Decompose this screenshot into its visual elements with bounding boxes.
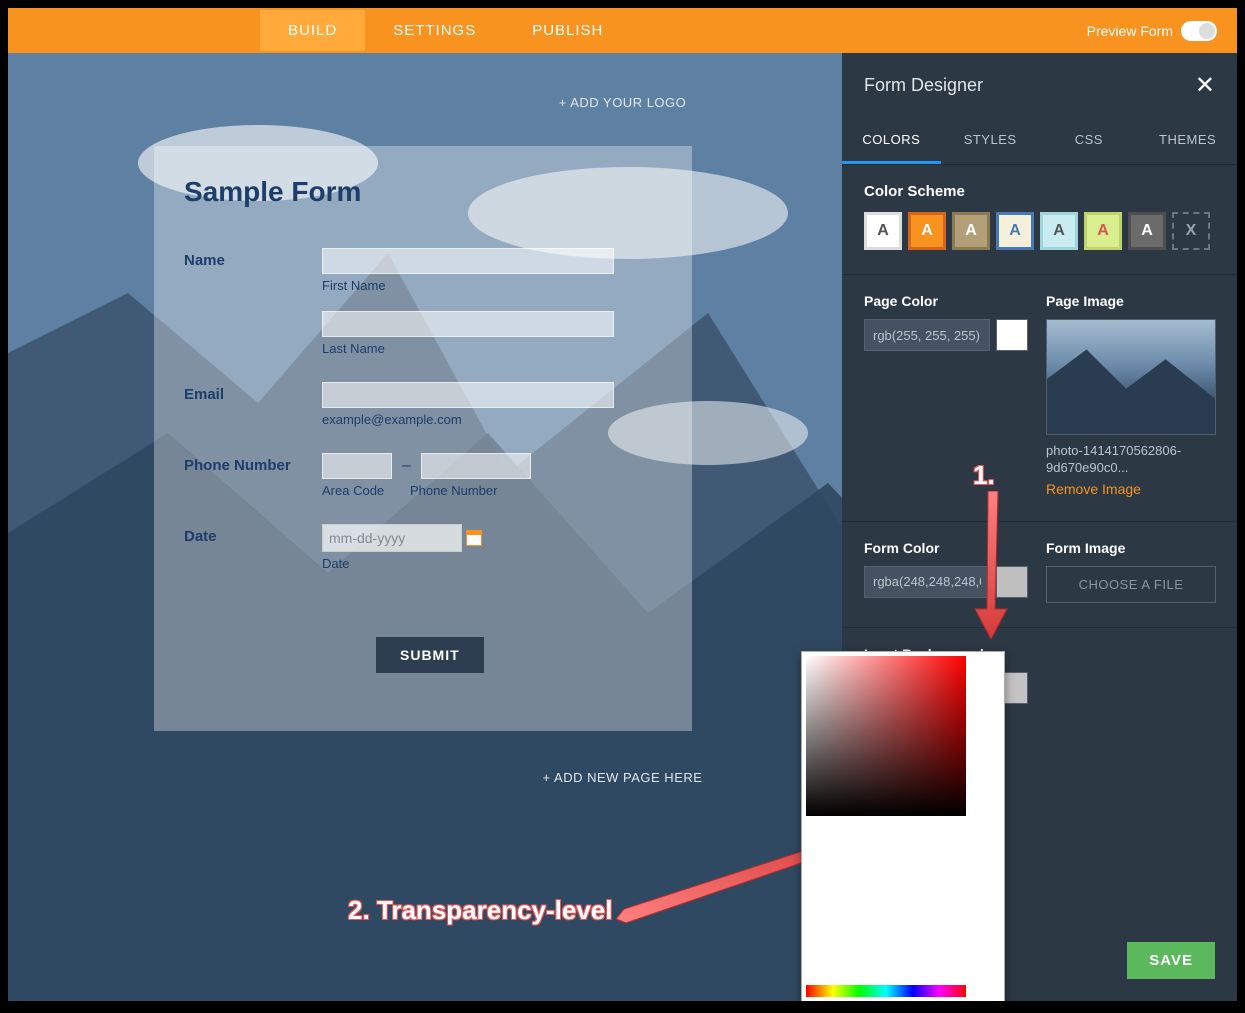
last-name-sublabel: Last Name bbox=[322, 341, 662, 356]
remove-image-link[interactable]: Remove Image bbox=[1046, 481, 1216, 497]
top-tabs: BUILD SETTINGS PUBLISH bbox=[260, 10, 631, 51]
last-name-input[interactable] bbox=[322, 311, 614, 337]
name-label: Name bbox=[184, 248, 322, 374]
form-color-label: Form Color bbox=[864, 540, 1028, 556]
color-scheme-swatch-7[interactable]: X bbox=[1172, 212, 1210, 250]
submit-button[interactable]: SUBMIT bbox=[376, 637, 484, 673]
designer-tab-colors[interactable]: COLORS bbox=[842, 118, 941, 164]
preview-label: Preview Form bbox=[1087, 23, 1173, 39]
choose-file-button[interactable]: CHOOSE A FILE bbox=[1046, 566, 1216, 603]
page-color-swatch[interactable] bbox=[996, 319, 1028, 351]
designer-tab-css[interactable]: CSS bbox=[1040, 118, 1139, 164]
form-card: Sample Form Name First Name Last Name Em… bbox=[154, 146, 692, 731]
email-sublabel: example@example.com bbox=[322, 412, 662, 427]
color-scheme-swatch-1[interactable]: A bbox=[908, 212, 946, 250]
close-icon[interactable]: ✕ bbox=[1195, 71, 1215, 100]
date-sublabel: Date bbox=[322, 556, 662, 571]
preview-toggle-wrap: Preview Form bbox=[1087, 21, 1217, 41]
color-scheme-swatch-2[interactable]: A bbox=[952, 212, 990, 250]
designer-tab-themes[interactable]: THEMES bbox=[1138, 118, 1237, 164]
phone-area-sublabel: Area Code bbox=[322, 483, 392, 498]
page-image-caption: photo-1414170562806-9d670e90c0... bbox=[1046, 443, 1216, 477]
save-button[interactable]: SAVE bbox=[1127, 942, 1215, 979]
color-scheme-swatch-6[interactable]: A bbox=[1128, 212, 1166, 250]
workspace: + ADD YOUR LOGO + ADD NEW PAGE HERE Samp… bbox=[8, 53, 1237, 1001]
date-label: Date bbox=[184, 524, 322, 589]
date-input[interactable]: mm-dd-yyyy bbox=[322, 524, 462, 552]
color-scheme-swatch-0[interactable]: A bbox=[864, 212, 902, 250]
annotation-1: 1. bbox=[973, 460, 995, 491]
picker-hue-slider[interactable] bbox=[806, 985, 966, 997]
tab-settings[interactable]: SETTINGS bbox=[365, 10, 504, 51]
phone-area-input[interactable] bbox=[322, 453, 392, 479]
page-image-label: Page Image bbox=[1046, 293, 1216, 309]
form-color-input[interactable] bbox=[864, 566, 990, 598]
designer-title: Form Designer bbox=[864, 75, 983, 96]
page-image-thumbnail[interactable] bbox=[1046, 319, 1216, 435]
annotation-2: 2. Transparency-level bbox=[348, 895, 612, 926]
first-name-sublabel: First Name bbox=[322, 278, 662, 293]
picker-saturation[interactable] bbox=[806, 656, 966, 816]
preview-toggle[interactable] bbox=[1181, 21, 1217, 41]
phone-dash: – bbox=[402, 457, 411, 475]
color-scheme-swatch-5[interactable]: A bbox=[1084, 212, 1122, 250]
phone-number-sublabel: Phone Number bbox=[410, 483, 520, 498]
color-scheme-swatch-4[interactable]: A bbox=[1040, 212, 1078, 250]
tab-publish[interactable]: PUBLISH bbox=[504, 10, 631, 51]
phone-label: Phone Number bbox=[184, 453, 322, 516]
email-input[interactable] bbox=[322, 382, 614, 408]
tab-build[interactable]: BUILD bbox=[260, 10, 365, 51]
top-nav: BUILD SETTINGS PUBLISH Preview Form bbox=[8, 8, 1237, 53]
form-color-swatch[interactable] bbox=[996, 566, 1028, 598]
page-color-input[interactable] bbox=[864, 319, 990, 351]
page-color-label: Page Color bbox=[864, 293, 1028, 309]
color-scheme-swatches: AAAAAAAX bbox=[864, 212, 1215, 250]
color-scheme-title: Color Scheme bbox=[864, 183, 1215, 200]
color-scheme-swatch-3[interactable]: A bbox=[996, 212, 1034, 250]
calendar-icon[interactable] bbox=[466, 530, 482, 546]
first-name-input[interactable] bbox=[322, 248, 614, 274]
phone-number-input[interactable] bbox=[421, 453, 531, 479]
form-image-label: Form Image bbox=[1046, 540, 1216, 556]
picker-well bbox=[810, 821, 840, 981]
color-picker: 0 Hex R G B A ✕ bbox=[801, 651, 1005, 1001]
designer-tab-styles[interactable]: STYLES bbox=[941, 118, 1040, 164]
form-title: Sample Form bbox=[184, 176, 662, 208]
email-label: Email bbox=[184, 382, 322, 445]
